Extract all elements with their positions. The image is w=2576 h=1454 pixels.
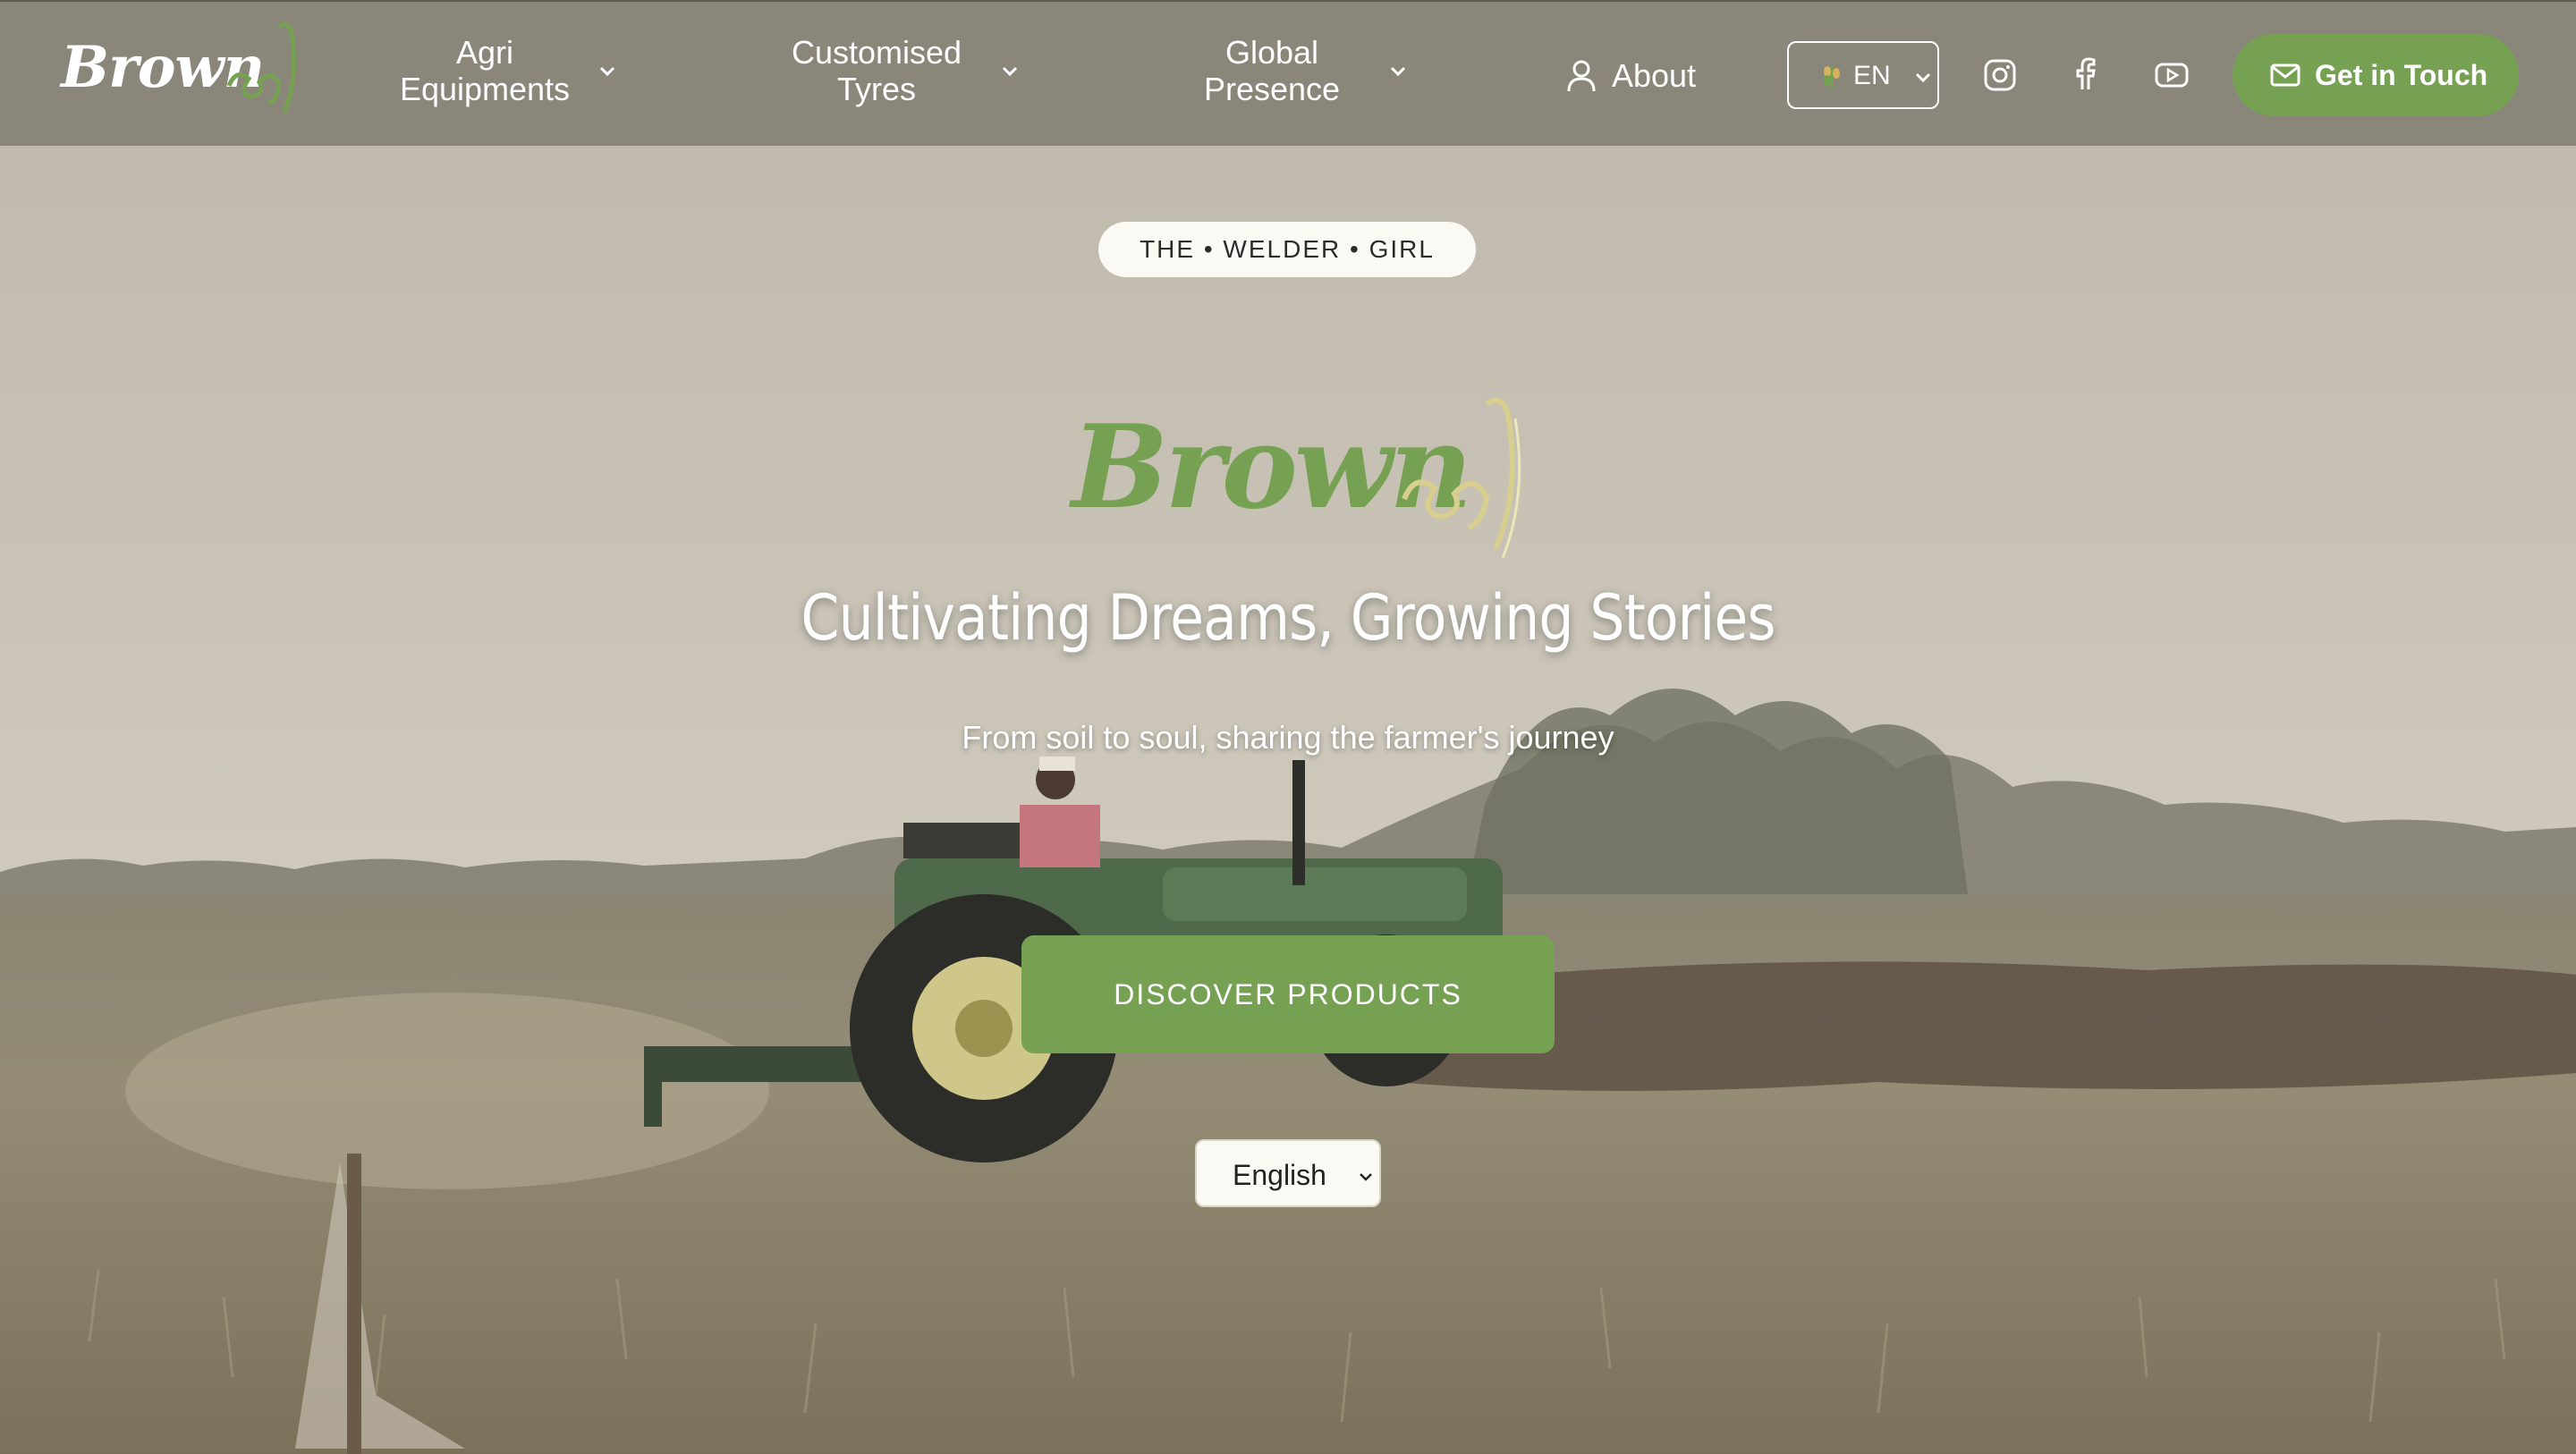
- nav-about-label: About: [1612, 57, 1697, 94]
- chevron-down-icon: [1360, 1173, 1372, 1181]
- nav-about[interactable]: About: [1563, 54, 1707, 97]
- nav-agri-equipments-line1: Agri: [455, 34, 514, 71]
- chevron-down-icon: [1915, 72, 1931, 82]
- user-icon: [1567, 60, 1596, 92]
- tagline-pill: THE • WELDER • GIRL: [1098, 222, 1476, 277]
- nav-customised-tyres-line1: Customised: [791, 34, 962, 71]
- chevron-down-icon[interactable]: [1000, 64, 1020, 77]
- brand-logo[interactable]: Brown: [61, 14, 302, 123]
- instagram-icon[interactable]: [1982, 57, 2018, 93]
- get-in-touch-label: Get in Touch: [2315, 59, 2488, 91]
- top-navbar: Brown Agri Equipments Customised Tyres G…: [0, 0, 2576, 146]
- youtube-icon[interactable]: [2154, 57, 2190, 93]
- wheat-icon: [1824, 66, 1840, 89]
- hero-brand-logo: Brown: [1063, 383, 1528, 562]
- agri-script-mark: [226, 21, 297, 114]
- hero-headline: Cultivating Dreams, Growing Stories: [801, 581, 1775, 655]
- nav-global-presence-line2: Presence: [1203, 71, 1341, 107]
- hero-subheadline: From soil to soul, sharing the farmer's …: [962, 719, 1614, 756]
- nav-global-presence-line1: Global: [1224, 34, 1319, 71]
- language-select[interactable]: English: [1195, 1139, 1381, 1207]
- facebook-icon[interactable]: [2068, 57, 2104, 93]
- get-in-touch-button[interactable]: Get in Touch: [2233, 34, 2519, 116]
- nav-agri-equipments[interactable]: Agri Equipments: [386, 34, 583, 116]
- nav-agri-equipments-line2: Equipments: [399, 71, 571, 107]
- discover-products-button[interactable]: DISCOVER PRODUCTS: [1021, 935, 1555, 1053]
- language-code: EN: [1853, 61, 1891, 90]
- chevron-down-icon[interactable]: [597, 64, 617, 77]
- mail-icon: [2270, 63, 2301, 87]
- nav-customised-tyres-line2: Tyres: [836, 71, 916, 107]
- nav-global-presence[interactable]: Global Presence: [1174, 34, 1370, 116]
- language-select-value: English: [1233, 1159, 1326, 1191]
- nav-customised-tyres[interactable]: Customised Tyres: [778, 34, 975, 116]
- chevron-down-icon[interactable]: [1388, 64, 1408, 77]
- language-dropdown[interactable]: EN: [1787, 41, 1939, 109]
- agri-script-mark: [1402, 398, 1521, 559]
